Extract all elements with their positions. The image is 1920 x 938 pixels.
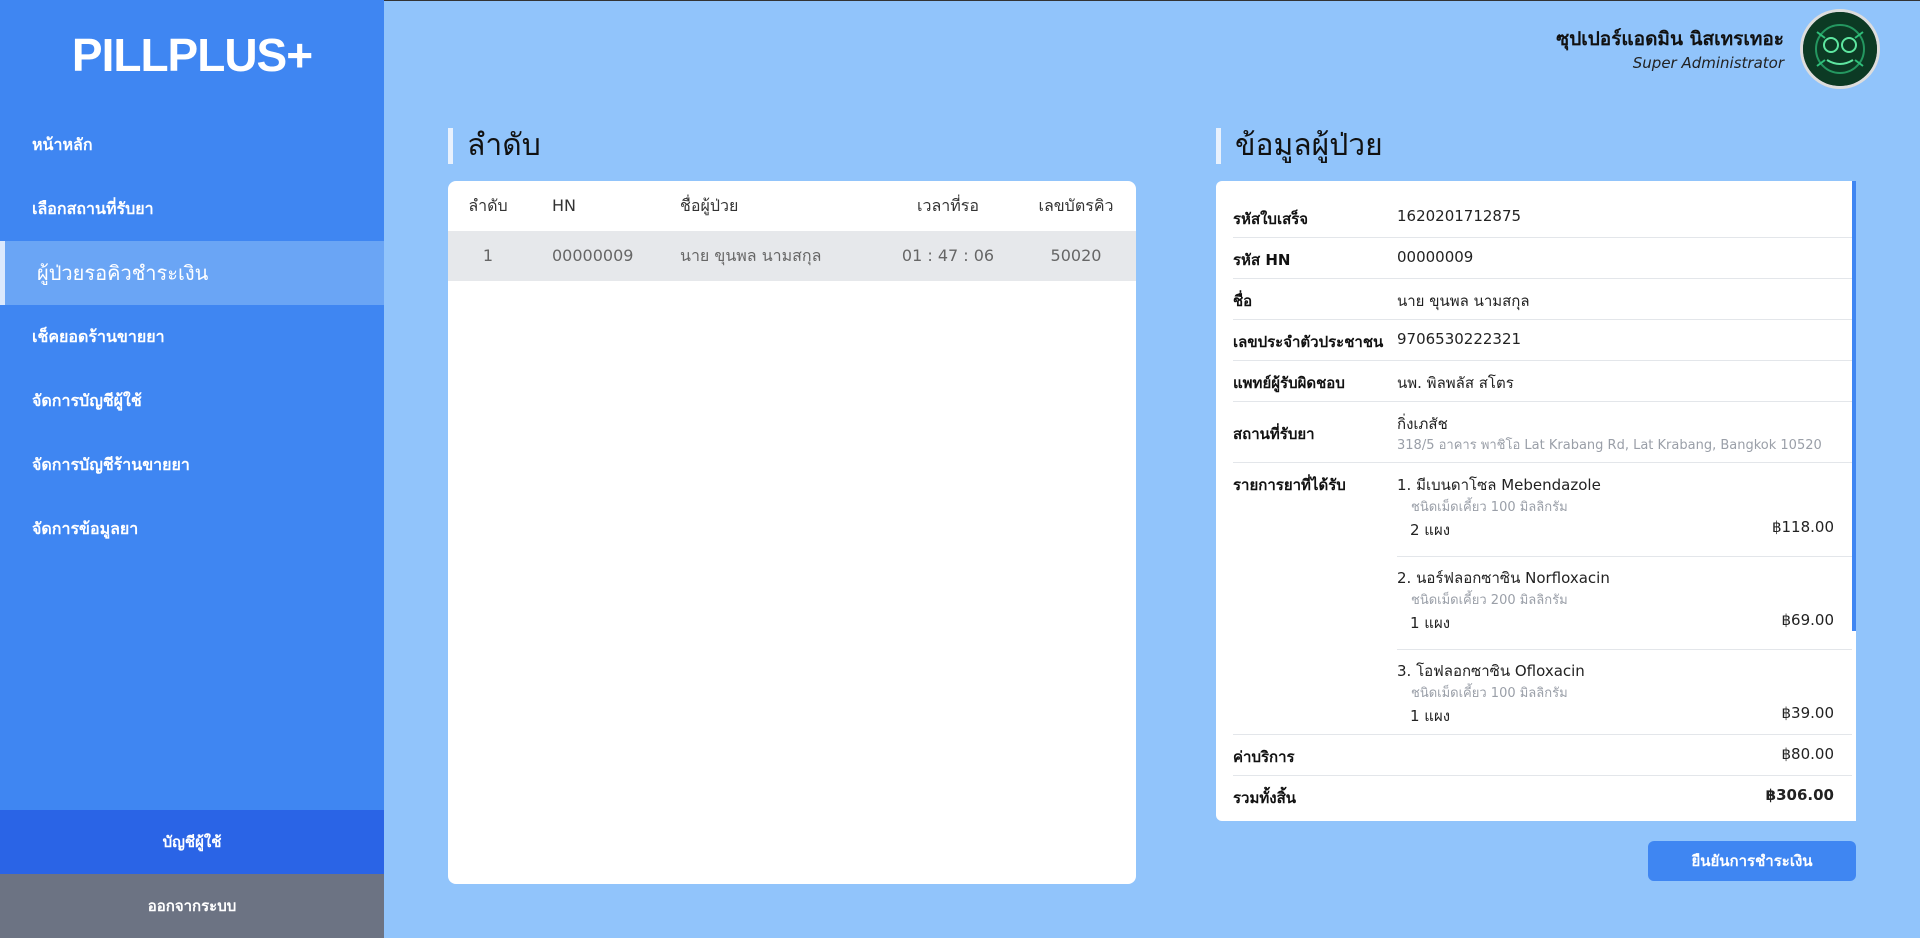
sidebar-item-drug-data[interactable]: จัดการข้อมูลยา [0,497,384,561]
medication-price: ฿39.00 [1781,704,1835,722]
queue-table-header: ลำดับ HN ชื่อผู้ป่วย เวลาที่รอ เลขบัตรคิ… [448,181,1136,231]
column-header-hn: HN [552,196,576,215]
row-ticket-number: 50020 [1050,246,1102,265]
table-row[interactable]: 1 00000009 นาย ขุนพล นามสกุล 01 : 47 : 0… [448,231,1136,281]
sidebar-item-payment-queue[interactable]: ผู้ป่วยรอคิวชำระเงิน [0,241,384,305]
service-fee-value: ฿80.00 [1781,745,1835,763]
sidebar-item-pharmacy-accounts[interactable]: จัดการบัญชีร้านขายยา [0,433,384,497]
sidebar-item-user-accounts[interactable]: จัดการบัญชีผู้ใช้ [0,369,384,433]
divider [1233,401,1852,402]
hn-value: 00000009 [1397,248,1474,266]
patient-info-title: ข้อมูลผู้ป่วย [1216,128,1383,164]
hn-label: รหัส HN [1233,251,1291,269]
row-hn: 00000009 [552,246,634,265]
divider [1233,360,1852,361]
row-wait-time: 01 : 47 : 06 [901,246,995,265]
app-logo[interactable]: PILLPLUS+ [0,28,384,82]
queue-table: ลำดับ HN ชื่อผู้ป่วย เวลาที่รอ เลขบัตรคิ… [448,181,1136,884]
receipt-value: 1620201712875 [1397,207,1522,225]
patient-card-scrollbar[interactable] [1852,181,1856,631]
patient-info-card: รหัสใบเสร็จ 1620201712875 รหัส HN 000000… [1216,181,1856,821]
sidebar-item-pharmacy-balance[interactable]: เช็คยอดร้านขายยา [0,305,384,369]
medication-quantity: 1 แผง [1410,614,1451,632]
medication-price: ฿69.00 [1781,611,1835,629]
divider [1233,319,1852,320]
receipt-label: รหัสใบเสร็จ [1233,210,1309,228]
pickup-label: สถานที่รับยา [1233,425,1315,443]
column-header-wait: เวลาที่รอ [917,196,979,215]
sidebar: PILLPLUS+ หน้าหลัก เลือกสถานที่รับยา ผู้… [0,0,384,938]
name-label: ชื่อ [1233,292,1253,310]
citizen-id-value: 9706530222321 [1397,330,1522,348]
medication-name: 2. นอร์ฟลอกซาซิน Norfloxacin [1397,569,1610,587]
sidebar-item-select-pickup[interactable]: เลือกสถานที่รับยา [0,177,384,241]
row-order: 1 [482,246,494,265]
column-header-order: ลำดับ [468,196,508,215]
medication-detail: ชนิดเม็ดเคี้ยว 100 มิลลิกรัม [1411,500,1568,515]
user-role: Super Administrator [1632,54,1784,72]
confirm-payment-button[interactable]: ยืนยันการชำระเงิน [1648,841,1856,881]
account-button[interactable]: บัญชีผู้ใช้ [0,810,384,874]
service-fee-label: ค่าบริการ [1233,748,1295,766]
divider [1233,734,1852,735]
total-label: รวมทั้งสิ้น [1233,789,1296,807]
divider [1233,775,1852,776]
name-value: นาย ขุนพล นามสกุล [1397,292,1530,310]
divider [1397,649,1852,650]
divider [1397,556,1852,557]
citizen-id-label: เลขประจำตัวประชาชน [1233,333,1384,351]
doctor-label: แพทย์ผู้รับผิดชอบ [1233,374,1345,392]
pickup-address: 318/5 อาคาร พาชิโอ Lat Krabang Rd, Lat K… [1397,438,1822,453]
medication-quantity: 2 แผง [1410,521,1451,539]
logout-button[interactable]: ออกจากระบบ [0,874,384,938]
medication-name: 1. มีเบนดาโซล Mebendazole [1397,476,1601,494]
divider [1233,278,1852,279]
column-header-ticket: เลขบัตรคิว [1038,196,1114,215]
pickup-name: กิ่งเภสัช [1397,415,1448,433]
divider [1233,462,1852,463]
medication-name: 3. โอฟลอกซาซิน Ofloxacin [1397,662,1585,680]
medications-label: รายการยาที่ได้รับ [1233,476,1346,494]
queue-title: ลำดับ [448,128,541,164]
medication-quantity: 1 แผง [1410,707,1451,725]
total-value: ฿306.00 [1765,786,1834,804]
avatar-image-icon [1803,12,1877,86]
medication-detail: ชนิดเม็ดเคี้ยว 100 มิลลิกรัม [1411,686,1568,701]
divider [1233,237,1852,238]
doctor-value: นพ. พิลพลัส สโตร [1397,374,1514,392]
avatar[interactable] [1800,9,1880,89]
row-patient-name: นาย ขุนพล นามสกุล [680,246,822,265]
sidebar-item-home[interactable]: หน้าหลัก [0,113,384,177]
user-name: ซุปเปอร์แอดมิน นิสเทรเทอะ [1556,28,1784,50]
column-header-name: ชื่อผู้ป่วย [680,196,739,215]
medication-detail: ชนิดเม็ดเคี้ยว 200 มิลลิกรัม [1411,593,1568,608]
medication-price: ฿118.00 [1771,518,1834,536]
